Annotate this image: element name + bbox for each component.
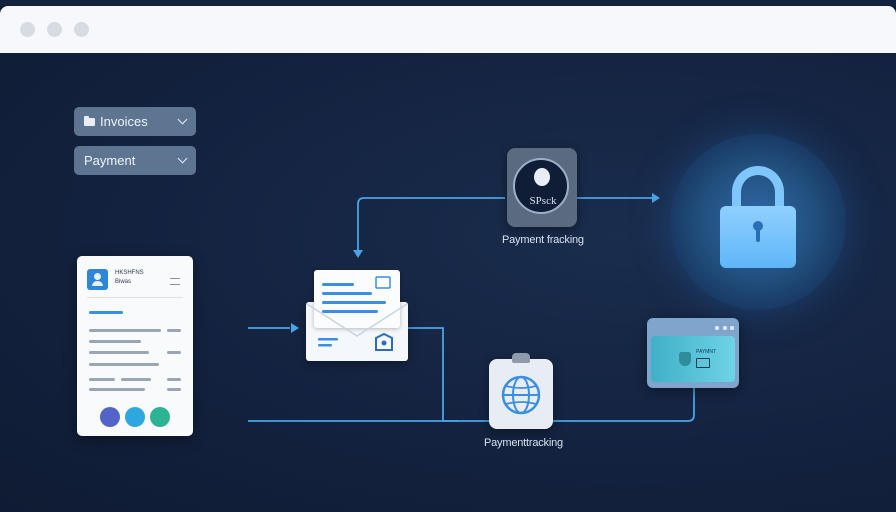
invoice-card[interactable]: HKSHFNS Biwas — [77, 256, 193, 436]
email-envelope-node[interactable] — [306, 270, 408, 361]
dollar-icon — [534, 168, 550, 186]
invoices-dropdown-label: Invoices — [100, 114, 148, 129]
invoice-line — [89, 388, 145, 391]
stack-node-caption: Payment fracking — [502, 234, 584, 246]
invoice-line — [89, 363, 159, 366]
payment-panel-node[interactable]: PAYMNT — [647, 318, 739, 388]
payment-dropdown[interactable]: Payment — [74, 146, 196, 175]
clipboard-clip — [512, 353, 530, 363]
invoice-line-highlight — [89, 311, 123, 314]
envelope-flap — [306, 303, 408, 351]
panel-dot — [730, 326, 734, 330]
invoice-card-title: HKSHFNS Biwas — [115, 269, 144, 287]
menu-icon[interactable] — [170, 278, 180, 285]
panel-dot — [715, 326, 719, 330]
user-avatar-icon — [87, 269, 108, 290]
invoice-line — [121, 378, 151, 381]
connector-envelope-to-globe — [408, 327, 490, 422]
pen-icon[interactable] — [150, 407, 170, 427]
security-lock-node — [670, 134, 846, 310]
arrow-head-right — [291, 323, 299, 333]
stack-badge: SPsck — [513, 158, 569, 214]
invoice-card-name: HKSHFNS — [115, 270, 144, 276]
divider — [87, 297, 183, 298]
keyhole — [753, 221, 763, 242]
invoices-dropdown[interactable]: Invoices — [74, 107, 196, 136]
card-icon — [696, 358, 710, 368]
invoice-line-amount — [167, 329, 181, 332]
invoice-line-amount — [167, 388, 181, 391]
panel-dot — [723, 326, 727, 330]
invoice-line-amount — [167, 378, 181, 381]
stack-node[interactable]: SPsck — [507, 148, 577, 227]
invoice-line — [89, 351, 149, 354]
payment-dropdown-label: Payment — [84, 153, 136, 168]
arrow-head-right — [652, 193, 660, 203]
stack-badge-label: SPsck — [529, 195, 557, 207]
chevron-down-icon — [177, 114, 188, 125]
shield-icon — [679, 352, 691, 366]
invoice-line-amount — [167, 351, 181, 354]
globe-tracking-node[interactable] — [489, 353, 553, 429]
arrow-head-down — [353, 250, 363, 258]
panel-text: PAYMNT — [696, 349, 717, 355]
invoice-card-subname: Biwas — [115, 279, 132, 285]
connector-globe-to-panel — [553, 388, 695, 422]
invoice-line — [89, 329, 161, 332]
refresh-icon[interactable] — [125, 407, 145, 427]
invoice-line — [89, 340, 141, 343]
panel-screen: PAYMNT — [651, 336, 735, 382]
globe-node-caption: Paymenttracking — [484, 437, 563, 449]
lock-icon — [720, 206, 796, 268]
chevron-down-icon — [177, 153, 188, 164]
edit-icon[interactable] — [100, 407, 120, 427]
connector-envelope-to-stack — [357, 197, 505, 255]
globe-icon — [501, 375, 541, 415]
folder-icon — [84, 115, 95, 126]
invoice-line — [89, 378, 115, 381]
clipboard-body — [489, 359, 553, 429]
